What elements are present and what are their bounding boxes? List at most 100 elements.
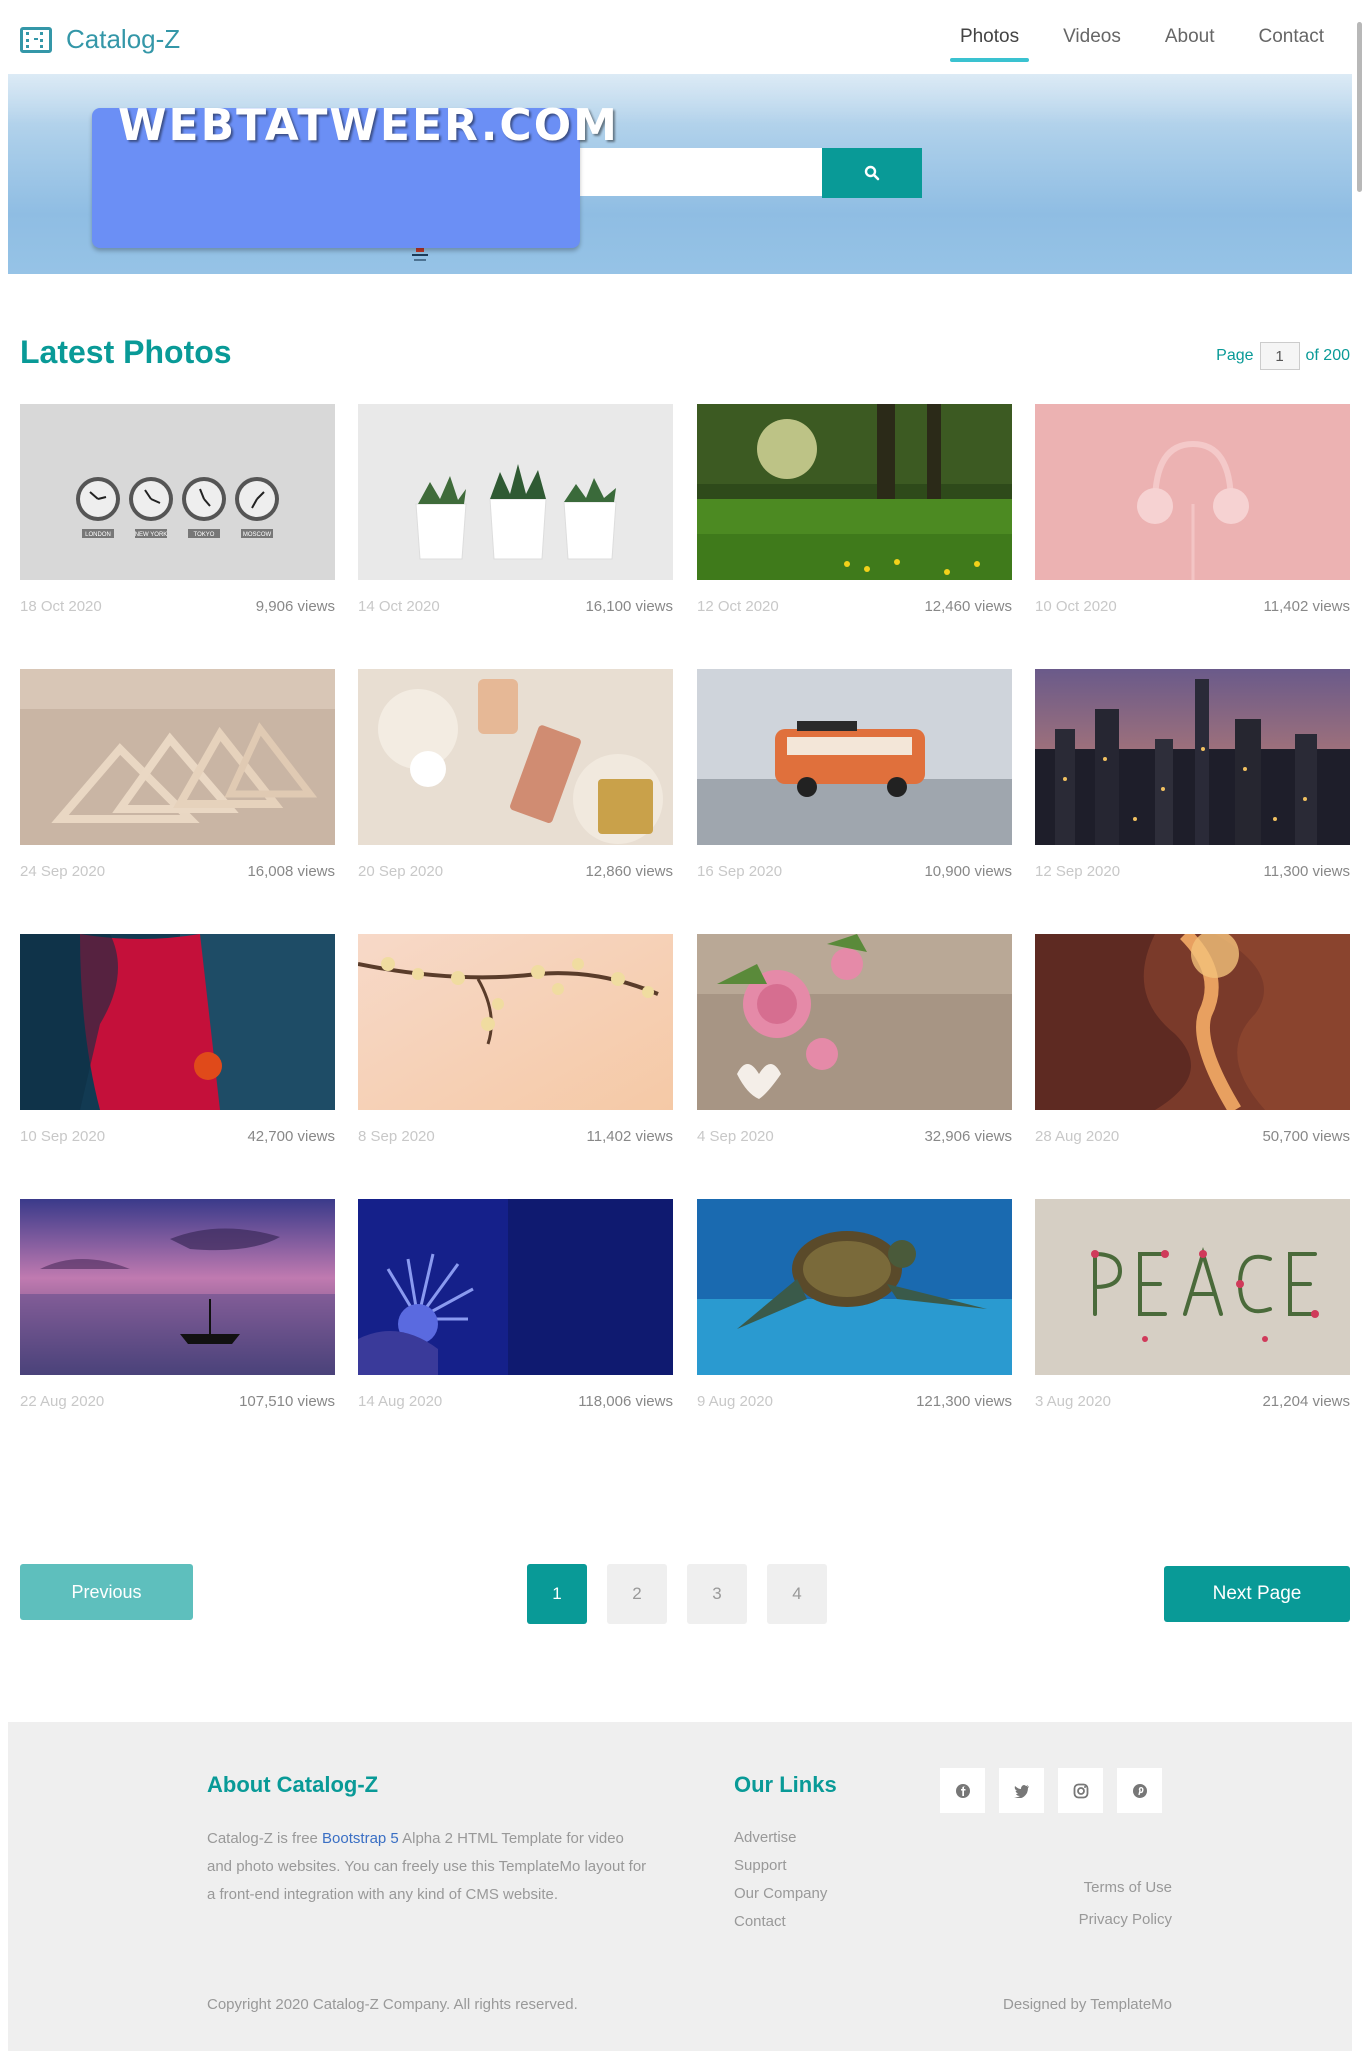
photo-date: 12 Oct 2020 (697, 598, 779, 615)
footer-links: Advertise Support Our Company Contact (734, 1824, 827, 1936)
footer-link-contact[interactable]: Contact (734, 1908, 827, 1936)
page-4[interactable]: 4 (767, 1564, 827, 1624)
footer-link-advertise[interactable]: Advertise (734, 1824, 827, 1852)
photo-date: 4 Sep 2020 (697, 1128, 774, 1145)
facebook-icon (955, 1783, 970, 1798)
photo-card[interactable]: 4 Sep 2020 32,906 views (697, 934, 1012, 1145)
copyright: Copyright 2020 Catalog-Z Company. All ri… (207, 1996, 578, 2013)
search-button[interactable] (822, 148, 922, 198)
instagram-button[interactable] (1058, 1768, 1103, 1813)
photo-thumbnail-toy-bus[interactable] (697, 669, 1012, 845)
photo-views: 12,860 views (585, 863, 673, 880)
photo-thumbnail-clocks[interactable]: LONDON NEW YORK TOKYO MOSCOW (20, 404, 335, 580)
twitter-button[interactable] (999, 1768, 1044, 1813)
photo-card[interactable]: 20 Sep 2020 12,860 views (358, 669, 673, 880)
photo-date: 9 Aug 2020 (697, 1393, 773, 1410)
photo-thumbnail-headphones[interactable] (1035, 404, 1350, 580)
photo-thumbnail-hangers[interactable] (20, 669, 335, 845)
footer: About Catalog-Z Catalog-Z is free Bootst… (8, 1722, 1352, 2051)
nav-videos[interactable]: Videos (1045, 22, 1139, 62)
photo-date: 8 Sep 2020 (358, 1128, 435, 1145)
hero-banner: WEBTATWEER.COM (8, 74, 1352, 274)
terms-link[interactable]: Terms of Use (1079, 1872, 1172, 1904)
photo-date: 14 Aug 2020 (358, 1393, 443, 1410)
photo-card[interactable]: 12 Oct 2020 12,460 views (697, 404, 1012, 615)
page-scrollbar[interactable] (1352, 0, 1366, 2051)
photo-views: 10,900 views (924, 863, 1012, 880)
previous-button[interactable]: Previous (20, 1564, 193, 1620)
page-3[interactable]: 3 (687, 1564, 747, 1624)
nav-about[interactable]: About (1147, 22, 1233, 62)
photo-thumbnail-boat-sunset[interactable] (20, 1199, 335, 1375)
footer-link-company[interactable]: Our Company (734, 1880, 827, 1908)
nav-photos[interactable]: Photos (942, 22, 1037, 62)
photo-card[interactable]: 12 Sep 2020 11,300 views (1035, 669, 1350, 880)
photo-thumbnail-roses[interactable] (697, 934, 1012, 1110)
designed-by[interactable]: Designed by TemplateMo (1003, 1996, 1172, 2013)
photo-thumbnail-blossom[interactable] (358, 934, 673, 1110)
photo-thumbnail-coral[interactable] (358, 1199, 673, 1375)
photo-views: 9,906 views (255, 598, 335, 615)
clock-label-london: LONDON (85, 532, 111, 538)
page-numbers: 1 2 3 4 (527, 1564, 827, 1624)
photo-card[interactable]: 3 Aug 2020 21,204 views (1035, 1199, 1350, 1410)
bootstrap-link[interactable]: Bootstrap 5 (322, 1830, 399, 1847)
clock-label-moscow: MOSCOW (243, 532, 272, 538)
photo-card[interactable]: 10 Sep 2020 42,700 views (20, 934, 335, 1145)
nav-contact[interactable]: Contact (1241, 22, 1342, 62)
photo-thumbnail-turtle[interactable] (697, 1199, 1012, 1375)
photo-views: 11,402 views (1263, 598, 1350, 615)
photo-date: 10 Sep 2020 (20, 1128, 106, 1145)
navbar: Catalog-Z Photos Videos About Contact (0, 0, 1352, 74)
film-icon (20, 26, 52, 53)
photo-card[interactable]: 16 Sep 2020 10,900 views (697, 669, 1012, 880)
photo-date: 14 Oct 2020 (358, 598, 440, 615)
photo-views: 11,300 views (1263, 863, 1350, 880)
photo-card[interactable]: 24 Sep 2020 16,008 views (20, 669, 335, 880)
footer-link-support[interactable]: Support (734, 1852, 827, 1880)
photo-card[interactable]: 10 Oct 2020 11,402 views (1035, 404, 1350, 615)
photo-date: 12 Sep 2020 (1035, 863, 1121, 880)
facebook-button[interactable] (940, 1768, 985, 1813)
photo-card[interactable]: LONDON NEW YORK TOKYO MOSCOW 18 Oct 2020… (20, 404, 335, 615)
photo-card[interactable]: 22 Aug 2020 107,510 views (20, 1199, 335, 1410)
photo-thumbnail-canyon[interactable] (1035, 934, 1350, 1110)
privacy-link[interactable]: Privacy Policy (1079, 1904, 1172, 1936)
social-links (940, 1768, 1162, 1813)
photo-thumbnail-plants[interactable] (358, 404, 673, 580)
search-input[interactable] (578, 148, 824, 196)
photo-card[interactable]: 9 Aug 2020 121,300 views (697, 1199, 1012, 1410)
photo-date: 3 Aug 2020 (1035, 1393, 1111, 1410)
photo-card[interactable]: 14 Oct 2020 16,100 views (358, 404, 673, 615)
photo-views: 118,006 views (578, 1393, 673, 1410)
brand-link[interactable]: Catalog-Z (20, 24, 180, 55)
photo-thumbnail-perfume[interactable] (358, 669, 673, 845)
photo-date: 24 Sep 2020 (20, 863, 106, 880)
photo-card[interactable]: 8 Sep 2020 11,402 views (358, 934, 673, 1145)
photo-views: 121,300 views (916, 1393, 1012, 1410)
page-1[interactable]: 1 (527, 1564, 587, 1624)
page-number-input[interactable]: 1 (1259, 342, 1300, 370)
pinterest-icon (1132, 1783, 1147, 1798)
photo-date: 16 Sep 2020 (697, 863, 783, 880)
photo-views: 50,700 views (1262, 1128, 1350, 1145)
photo-date: 18 Oct 2020 (20, 598, 102, 615)
photo-thumbnail-peace-flowers[interactable] (1035, 1199, 1350, 1375)
pinterest-button[interactable] (1117, 1768, 1162, 1813)
photo-card[interactable]: 14 Aug 2020 118,006 views (358, 1199, 673, 1410)
scroll-thumb[interactable] (1357, 22, 1362, 192)
photo-card[interactable]: 28 Aug 2020 50,700 views (1035, 934, 1350, 1145)
next-page-button[interactable]: Next Page (1164, 1566, 1350, 1622)
photo-thumbnail-city[interactable] (1035, 669, 1350, 845)
photo-date: 20 Sep 2020 (358, 863, 444, 880)
watermark-text: WEBTATWEER.COM (118, 100, 619, 151)
page-indicator: Page 1 of 200 (1216, 342, 1350, 370)
page-2[interactable]: 2 (607, 1564, 667, 1624)
photo-views: 21,204 views (1262, 1393, 1350, 1410)
photo-thumbnail-red-figure[interactable] (20, 934, 335, 1110)
photo-views: 12,460 views (924, 598, 1012, 615)
photo-thumbnail-forest[interactable] (697, 404, 1012, 580)
section-title: Latest Photos (20, 334, 232, 370)
photo-views: 16,100 views (585, 598, 673, 615)
photo-date: 22 Aug 2020 (20, 1393, 105, 1410)
